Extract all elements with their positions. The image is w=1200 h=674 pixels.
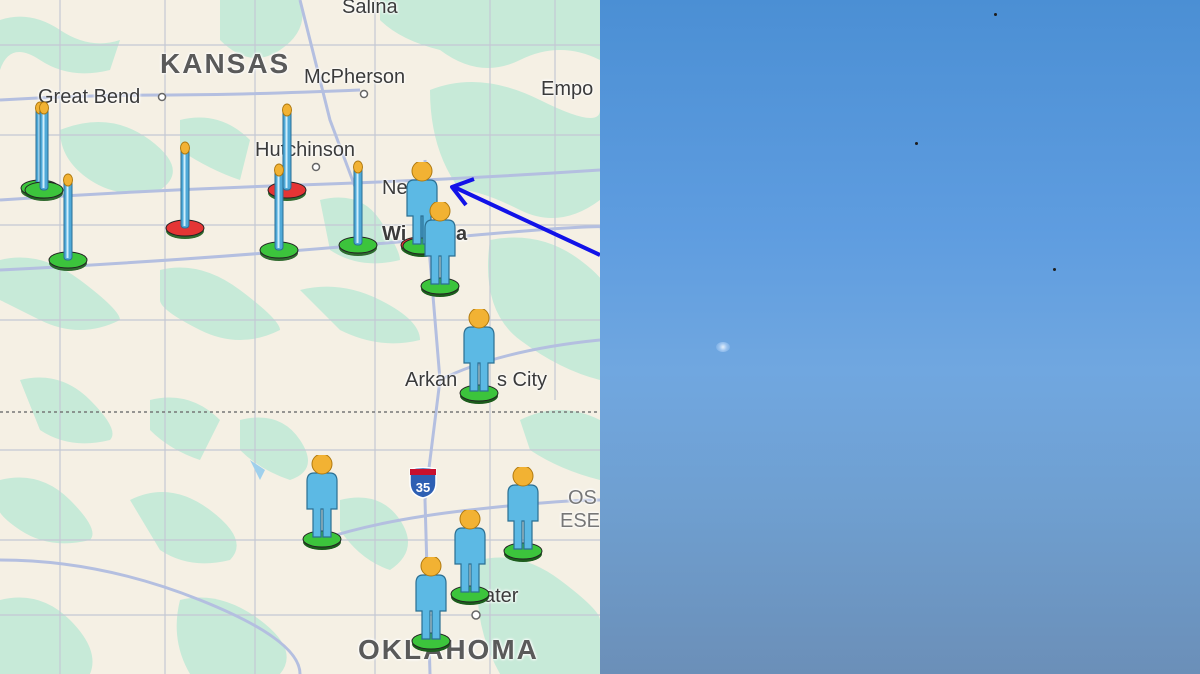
person-marker[interactable]	[417, 202, 463, 298]
map-panel[interactable]: Salina KANSAS McPherson Empo Great Bend …	[0, 0, 600, 674]
pointer-arrow	[450, 177, 600, 257]
pole-marker-green[interactable]	[257, 152, 301, 262]
sky-photo-panel	[600, 0, 1200, 674]
city-arkansas-city-b: s City	[497, 369, 547, 391]
city-mcpherson: McPherson	[304, 66, 406, 88]
region-osage-a: OS	[568, 487, 597, 509]
person-marker[interactable]	[299, 455, 345, 551]
city-arkansas-city-a: Arkan	[405, 369, 458, 391]
pole-marker-green[interactable]	[336, 149, 380, 257]
sky-object-speck	[1053, 268, 1056, 271]
city-salina: Salina	[342, 0, 398, 18]
sky-object-speck	[915, 142, 918, 145]
region-osage-b: ESER	[560, 510, 600, 532]
person-marker[interactable]	[456, 309, 502, 405]
person-marker[interactable]	[408, 557, 454, 653]
sky-object-speck	[994, 13, 997, 16]
person-marker[interactable]	[500, 467, 546, 563]
pole-marker-red[interactable]	[163, 130, 207, 240]
interstate-number: 35	[416, 480, 430, 495]
city-emporia: Empo	[541, 78, 594, 100]
interstate-35-shield: 35	[408, 466, 438, 499]
state-kansas: KANSAS	[160, 48, 291, 79]
sky-bright-spot	[716, 342, 730, 352]
pole-marker-green[interactable]	[46, 162, 90, 272]
